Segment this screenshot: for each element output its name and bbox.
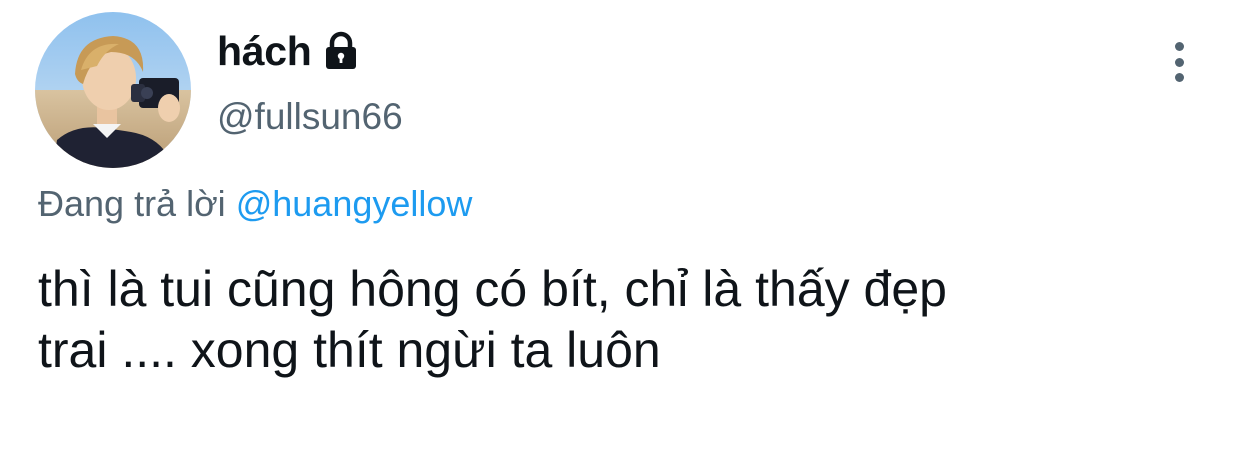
- lock-icon: [322, 31, 360, 71]
- avatar-photo: [35, 12, 191, 168]
- author-name-row: hách: [217, 26, 360, 76]
- avatar[interactable]: [35, 12, 191, 168]
- reply-context: Đang trả lời @huangyellow: [38, 183, 472, 225]
- display-name[interactable]: hách: [217, 28, 312, 75]
- more-vertical-icon-dot: [1174, 57, 1184, 67]
- reply-prefix: Đang trả lời: [38, 183, 226, 224]
- tweet-text-line: thì là tui cũng hông có bít, chỉ là thấy…: [38, 261, 947, 317]
- user-handle[interactable]: @fullsun66: [217, 96, 403, 138]
- more-vertical-icon-dot: [1174, 73, 1184, 82]
- more-vertical-icon: [1174, 42, 1184, 51]
- more-options-button[interactable]: [1162, 38, 1196, 86]
- tweet-text: thì là tui cũng hông có bít, chỉ là thấy…: [38, 259, 1188, 381]
- tweet-text-line: trai .... xong thít ngừi ta luôn: [38, 322, 661, 378]
- reply-mention-link[interactable]: @huangyellow: [236, 183, 473, 224]
